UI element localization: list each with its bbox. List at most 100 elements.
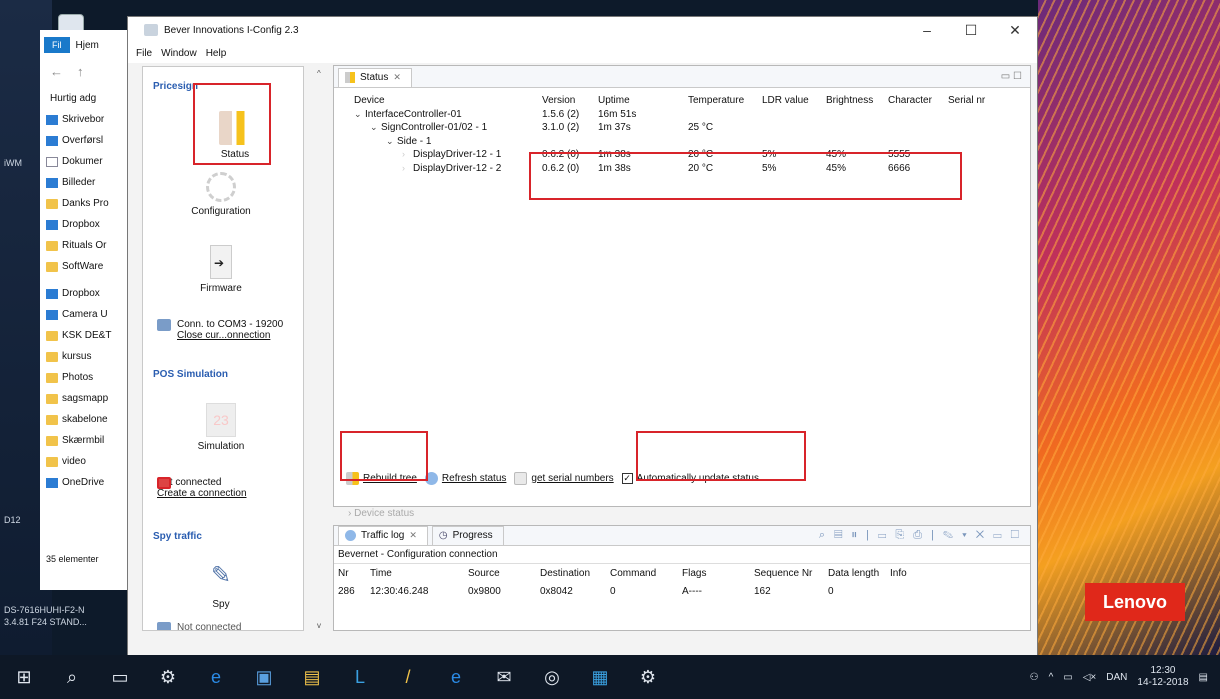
col-header[interactable]: Version bbox=[542, 95, 598, 106]
configuration-tool[interactable]: Configuration bbox=[171, 172, 271, 217]
annotation-box bbox=[636, 431, 806, 481]
device-cell: ⌄ SignController-01/02 - 1 bbox=[354, 122, 542, 133]
pos-connection-status: Not connected Create a connection bbox=[157, 477, 247, 499]
desktop-app-icon[interactable]: ▣ bbox=[240, 667, 288, 688]
col-header[interactable]: Temperature bbox=[688, 95, 762, 106]
chrome-icon[interactable]: ◎ bbox=[528, 667, 576, 688]
get-serial-label: get serial numbers bbox=[531, 473, 614, 484]
col-header[interactable]: Uptime bbox=[598, 95, 688, 106]
expand-arrow-icon[interactable]: ⌄ bbox=[386, 136, 397, 147]
network-icon[interactable]: ▭ bbox=[1063, 672, 1072, 683]
mail-icon[interactable]: ✉ bbox=[480, 667, 528, 688]
nr-cell: 286 bbox=[338, 585, 355, 597]
col-header[interactable]: Character bbox=[888, 95, 948, 106]
close-tab-icon[interactable]: ✕ bbox=[409, 530, 417, 541]
lenovo-logo: Lenovo bbox=[1085, 583, 1185, 621]
ie-browser-icon[interactable]: e bbox=[432, 667, 480, 688]
close-connection-link[interactable]: Close cur...onnection bbox=[177, 330, 283, 341]
source-cell: 0x9800 bbox=[468, 585, 501, 597]
explorer-home-tab[interactable]: Hjem bbox=[76, 40, 99, 51]
firmware-tool[interactable]: Firmware bbox=[171, 245, 271, 294]
expand-arrow-icon[interactable]: ⌄ bbox=[370, 122, 381, 133]
windows-start-icon[interactable]: ⊞ bbox=[0, 667, 48, 688]
task-view-icon[interactable]: ▭ bbox=[96, 667, 144, 688]
maximize-button[interactable]: ☐ bbox=[949, 22, 993, 39]
col-header[interactable]: Command bbox=[610, 568, 682, 579]
explorer-nav-label: KSK DE&T bbox=[62, 330, 112, 341]
tab-traffic-log[interactable]: Traffic log ✕ bbox=[338, 526, 428, 545]
folder-icon bbox=[46, 393, 58, 404]
col-header[interactable]: Brightness bbox=[826, 95, 888, 106]
desktop-label: iWM bbox=[4, 158, 22, 168]
tree-row[interactable]: ⌄ Side - 1 bbox=[354, 135, 1014, 149]
view-minmax-icon[interactable]: ▭ ☐ bbox=[1001, 71, 1022, 82]
minimize-button[interactable]: – bbox=[905, 22, 949, 39]
tab-progress[interactable]: ◷ Progress bbox=[431, 526, 504, 545]
col-header[interactable]: Destination bbox=[540, 568, 610, 579]
language-indicator[interactable]: DAN bbox=[1106, 672, 1127, 683]
expand-arrow-icon[interactable]: ⌄ bbox=[354, 109, 365, 120]
app-l-icon[interactable]: L bbox=[336, 667, 384, 688]
edge-browser-icon[interactable]: e bbox=[192, 667, 240, 688]
get-serial-numbers-button[interactable]: get serial numbers bbox=[514, 472, 614, 485]
pen-icon[interactable]: / bbox=[384, 667, 432, 688]
col-header[interactable]: Sequence Nr bbox=[754, 568, 828, 579]
uptime-cell: 16m 51s bbox=[598, 108, 637, 120]
menu-help[interactable]: Help bbox=[206, 48, 227, 59]
simulation-tool[interactable]: 23 Simulation bbox=[171, 403, 271, 452]
app-icon bbox=[144, 24, 158, 36]
folder-icon bbox=[46, 198, 58, 209]
spy-connection-status: Not connected bbox=[157, 622, 242, 630]
explorer-file-tab[interactable]: Fil bbox=[44, 37, 70, 53]
menu-file[interactable]: File bbox=[136, 48, 152, 59]
close-tab-icon[interactable]: ✕ bbox=[393, 72, 401, 83]
device-cell: ⌄ InterfaceController-01 bbox=[354, 109, 542, 120]
menu-window[interactable]: Window bbox=[161, 48, 197, 59]
col-header[interactable]: Info bbox=[890, 568, 940, 579]
create-connection-link[interactable]: Create a connection bbox=[157, 488, 247, 499]
tab-status[interactable]: Status ✕ bbox=[338, 68, 412, 87]
folder-icon bbox=[46, 372, 58, 383]
log-row[interactable]: 286 12:30:46.248 0x9800 0x8042 0 A---- 162 0 bbox=[334, 582, 1030, 600]
people-icon[interactable]: ⚇ bbox=[1030, 672, 1039, 683]
shared-folder-icon bbox=[46, 330, 58, 341]
scroll-up-arrow-icon[interactable]: ^ bbox=[317, 69, 321, 78]
col-header[interactable]: Data length bbox=[828, 568, 890, 579]
col-header[interactable]: Serial nr bbox=[948, 95, 1008, 106]
scroll-down-arrow-icon[interactable]: v bbox=[317, 621, 321, 630]
tree-row[interactable]: ⌄ SignController-01/02 - 1 3.1.0 (2) 1m 37s… bbox=[354, 121, 1014, 135]
folder-icon bbox=[46, 414, 58, 425]
settings-gear-icon[interactable]: ⚙ bbox=[144, 667, 192, 688]
notifications-icon[interactable]: ▤ bbox=[1199, 672, 1208, 683]
up-arrow-icon[interactable]: ↑ bbox=[77, 64, 84, 79]
dropbox-icon bbox=[46, 288, 58, 299]
device-status-section[interactable]: › Device status bbox=[348, 508, 414, 519]
tree-row[interactable]: ⌄ InterfaceController-01 1.5.6 (2) 16m 51s bbox=[354, 108, 1014, 122]
version-cell: 1.5.6 (2) bbox=[542, 108, 580, 120]
refresh-status-button[interactable]: Refresh status bbox=[424, 472, 506, 485]
chevron-up-icon[interactable]: ^ bbox=[1049, 672, 1054, 683]
collapsed-arrow-icon[interactable]: › bbox=[402, 149, 413, 159]
clock[interactable]: 12:30 14-12-2018 bbox=[1137, 665, 1188, 689]
settings-icon[interactable]: ⚙ bbox=[624, 667, 672, 688]
back-arrow-icon[interactable]: ← bbox=[50, 64, 63, 79]
col-header[interactable]: Device bbox=[354, 95, 542, 106]
col-header[interactable]: LDR value bbox=[762, 95, 826, 106]
app-icon[interactable]: ▦ bbox=[576, 667, 624, 688]
traffic-toolbar-icons[interactable]: ⌕ ▤ ⏸ | ▭ ⎘ ⎙ | ✎ ▾ ✕ ▭ ☐ bbox=[819, 529, 1022, 542]
cloud-icon bbox=[46, 477, 58, 488]
search-icon[interactable]: ⌕ bbox=[48, 667, 96, 688]
col-header[interactable]: Source bbox=[468, 568, 540, 579]
col-header[interactable]: Time bbox=[370, 568, 468, 579]
uptime-cell: 1m 37s bbox=[598, 122, 631, 134]
col-header[interactable]: Nr bbox=[338, 568, 370, 579]
volume-icon[interactable]: ◁× bbox=[1083, 672, 1097, 683]
flags-cell: A---- bbox=[682, 585, 702, 597]
spy-tool[interactable]: ✎ Spy bbox=[171, 561, 271, 610]
store-icon[interactable]: ▤ bbox=[288, 667, 336, 688]
col-header[interactable]: Flags bbox=[682, 568, 754, 579]
explorer-nav-label: Skrivebor bbox=[62, 114, 105, 125]
collapsed-arrow-icon[interactable]: › bbox=[402, 163, 413, 173]
dropbox-icon bbox=[46, 219, 58, 230]
close-button[interactable]: ✕ bbox=[993, 22, 1037, 39]
